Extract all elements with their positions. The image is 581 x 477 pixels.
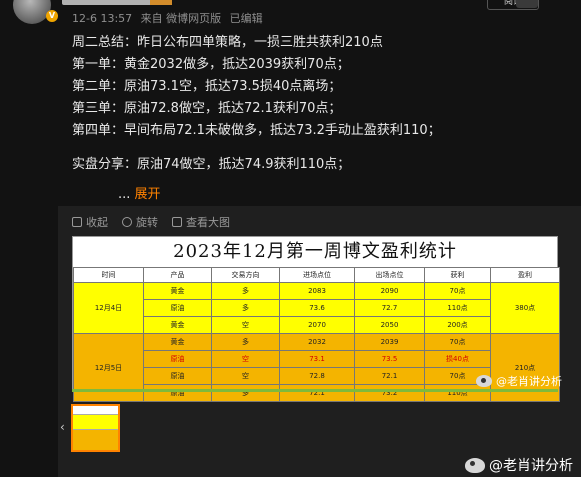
direction-cell: 多 (211, 299, 280, 317)
entry-cell: 2032 (279, 333, 355, 351)
table-row: 12月5日 黄金多 2032 2039 70点 210点 (73, 333, 560, 402)
date-cell: 12月4日 (73, 282, 144, 334)
exit-cell: 72.1 (354, 367, 425, 385)
weibo-logo-icon (476, 375, 492, 387)
post-date[interactable]: 12-6 13:57 (72, 12, 132, 25)
profit-cell: 损40点 (424, 350, 491, 368)
profit-cell: 110点 (424, 299, 491, 317)
zoom-icon (172, 217, 182, 227)
table-row: 黄金空 2070 2050 200点 (74, 316, 560, 334)
post-meta: 12-6 13:57 来自 微博网页版 已编辑 (72, 10, 268, 26)
view-large-button[interactable]: 查看大图 (172, 214, 230, 230)
image-bottom-bar (72, 389, 558, 392)
prev-image-arrow-icon[interactable]: ‹ (60, 420, 65, 434)
column-header: 时间 (73, 267, 144, 283)
column-header: 进场点位 (279, 267, 355, 283)
product-cell: 黄金 (143, 316, 212, 334)
profit-cell: 70点 (424, 282, 491, 300)
post-source: 来自 微博网页版 (140, 12, 222, 25)
column-header: 出场点位 (354, 267, 425, 283)
collapse-label: 收起 (86, 216, 108, 229)
post-line: 第一单：黄金2032做多，抵达2039获利70点； (72, 57, 350, 72)
view-large-label: 查看大图 (186, 216, 230, 229)
product-cell: 原油 (143, 384, 212, 402)
entry-cell: 2083 (279, 282, 355, 300)
post-line: 第二单：原油73.1空，抵达73.5损40点离场； (72, 79, 342, 94)
direction-cell: 多 (211, 333, 280, 351)
exit-cell: 73.2 (354, 384, 425, 402)
exit-cell: 73.5 (354, 350, 425, 368)
direction-cell: 多 (211, 384, 280, 402)
product-cell: 原油 (143, 350, 212, 368)
entry-cell: 72.1 (279, 384, 355, 402)
post-line: 第三单：原油72.8做空，抵达72.1获利70点； (72, 101, 342, 116)
post-edited[interactable]: 已编辑 (230, 12, 263, 25)
expand-row: ... 展开 (118, 183, 161, 202)
post-body: 周二总结：昨日公布四单策略，一损三胜共获利210点 第一单：黄金2032做多，抵… (72, 32, 441, 176)
profit-cell: 200点 (424, 316, 491, 334)
entry-cell: 73.1 (279, 350, 355, 368)
entry-cell: 73.6 (279, 299, 355, 317)
rotate-label: 旋转 (136, 216, 158, 229)
page-watermark-text: @老肖讲分析 (489, 458, 573, 474)
column-header: 产品 (143, 267, 212, 283)
ellipsis: ... (118, 187, 131, 202)
media-actions: 收起 旋转 查看大图 (72, 214, 230, 230)
total-cell: 380点 (490, 282, 560, 334)
column-header: 交易方向 (211, 267, 280, 283)
column-header: 盈利 (490, 267, 560, 283)
direction-cell: 空 (211, 367, 280, 385)
product-cell: 原油 (143, 299, 212, 317)
post-line: 实盘分享：原油74做空，抵达74.9获利110点； (72, 157, 351, 172)
image-watermark-text: @老肖讲分析 (496, 375, 562, 388)
table-row: 原油多 73.6 72.7 110点 (74, 299, 560, 317)
table-row: 12月4日 黄金多 2083 2090 70点 380点 (73, 282, 560, 334)
user-level-badge (150, 0, 172, 5)
more-menu-button[interactable] (516, 0, 538, 8)
product-cell: 黄金 (143, 333, 212, 351)
exit-cell: 2039 (354, 333, 425, 351)
column-header: 获利 (424, 267, 491, 283)
post-image[interactable]: 2023年12月第一周博文盈利统计 时间 产品 交易方向 进场点位 出场点位 获利 盈利 1… (72, 236, 560, 402)
collapse-button[interactable]: 收起 (72, 214, 108, 230)
profit-cell: 70点 (424, 333, 491, 351)
exit-cell: 72.7 (354, 299, 425, 317)
rotate-button[interactable]: 旋转 (122, 214, 158, 230)
entry-cell: 2070 (279, 316, 355, 334)
post-line: 周二总结：昨日公布四单策略，一损三胜共获利210点 (72, 35, 383, 50)
exit-cell: 2050 (354, 316, 425, 334)
image-thumbnail[interactable] (71, 404, 120, 452)
avatar[interactable] (13, 0, 51, 24)
vip-badge-icon: V (46, 10, 58, 22)
product-cell: 黄金 (143, 282, 212, 300)
collapse-icon (72, 217, 82, 227)
exit-cell: 2090 (354, 282, 425, 300)
expand-link[interactable]: 展开 (135, 187, 161, 202)
post-line: 第四单：早间布局72.1未破做多，抵达73.2手动止盈获利110； (72, 123, 441, 138)
page-watermark: @老肖讲分析 (465, 455, 573, 475)
direction-cell: 多 (211, 282, 280, 300)
weibo-logo-icon (465, 457, 485, 473)
rotate-icon (122, 217, 132, 227)
direction-cell: 空 (211, 316, 280, 334)
image-watermark: @老肖讲分析 (476, 373, 562, 389)
product-cell: 原油 (143, 367, 212, 385)
direction-cell: 空 (211, 350, 280, 368)
table-row: 原油空 73.1 73.5 损40点 (74, 350, 560, 368)
entry-cell: 72.8 (279, 367, 355, 385)
image-title: 2023年12月第一周博文盈利统计 (173, 241, 457, 262)
